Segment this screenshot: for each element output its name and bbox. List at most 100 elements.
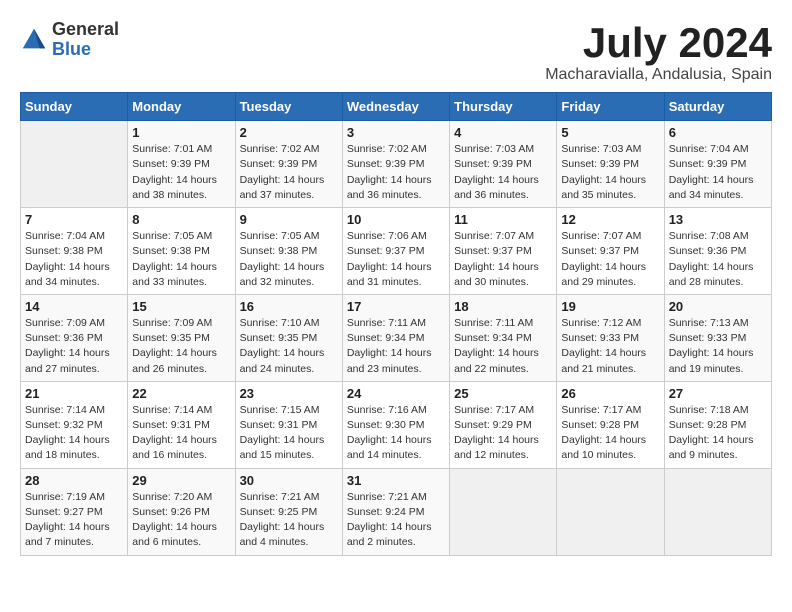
day-number: 3 [347,125,445,140]
day-number: 29 [132,473,230,488]
main-title: July 2024 [545,20,772,66]
calendar-cell: 26 Sunrise: 7:17 AMSunset: 9:28 PMDayligh… [557,381,664,468]
day-number: 27 [669,386,767,401]
day-number: 28 [25,473,123,488]
calendar-cell: 5 Sunrise: 7:03 AMSunset: 9:39 PMDaylight… [557,121,664,208]
calendar-cell: 8Sunrise: 7:05 AMSunset: 9:38 PMDaylight… [128,208,235,295]
header-day-friday: Friday [557,93,664,121]
day-number: 8 [132,212,230,227]
day-info: Sunrise: 7:16 AMSunset: 9:30 PMDaylight:… [347,403,445,464]
calendar-cell: 15 Sunrise: 7:09 AMSunset: 9:35 PMDayligh… [128,294,235,381]
header-day-thursday: Thursday [450,93,557,121]
calendar-cell: 24Sunrise: 7:16 AMSunset: 9:30 PMDayligh… [342,381,449,468]
day-number: 7 [25,212,123,227]
calendar-cell: 22 Sunrise: 7:14 AMSunset: 9:31 PMDayligh… [128,381,235,468]
calendar-cell: 21 Sunrise: 7:14 AMSunset: 9:32 PMDayligh… [21,381,128,468]
day-info: Sunrise: 7:12 AMSunset: 9:33 PMDaylight:… [561,316,659,377]
day-info: Sunrise: 7:02 AMSunset: 9:39 PMDaylight:… [347,142,445,203]
calendar-cell: 4 Sunrise: 7:03 AMSunset: 9:39 PMDaylight… [450,121,557,208]
day-info: Sunrise: 7:04 AMSunset: 9:39 PMDaylight:… [669,142,767,203]
calendar-cell [664,468,771,555]
day-info: Sunrise: 7:07 AMSunset: 9:37 PMDaylight:… [561,229,659,290]
day-info: Sunrise: 7:14 AMSunset: 9:32 PMDaylight:… [25,403,123,464]
calendar-cell: 12Sunrise: 7:07 AMSunset: 9:37 PMDayligh… [557,208,664,295]
day-number: 14 [25,299,123,314]
day-number: 20 [669,299,767,314]
header-day-monday: Monday [128,93,235,121]
header-day-wednesday: Wednesday [342,93,449,121]
header-day-sunday: Sunday [21,93,128,121]
calendar-cell: 31 Sunrise: 7:21 AMSunset: 9:24 PMDayligh… [342,468,449,555]
day-number: 19 [561,299,659,314]
header-day-saturday: Saturday [664,93,771,121]
day-info: Sunrise: 7:21 AMSunset: 9:24 PMDaylight:… [347,490,445,551]
calendar-cell: 10 Sunrise: 7:06 AMSunset: 9:37 PMDayligh… [342,208,449,295]
calendar-cell: 2 Sunrise: 7:02 AMSunset: 9:39 PMDaylight… [235,121,342,208]
day-info: Sunrise: 7:08 AMSunset: 9:36 PMDaylight:… [669,229,767,290]
calendar-table: SundayMondayTuesdayWednesdayThursdayFrid… [20,92,772,555]
day-number: 26 [561,386,659,401]
day-number: 30 [240,473,338,488]
day-number: 6 [669,125,767,140]
logo: General Blue [20,20,119,60]
day-info: Sunrise: 7:01 AMSunset: 9:39 PMDaylight:… [132,142,230,203]
day-number: 22 [132,386,230,401]
day-number: 13 [669,212,767,227]
logo-icon [20,26,48,54]
day-info: Sunrise: 7:06 AMSunset: 9:37 PMDaylight:… [347,229,445,290]
day-info: Sunrise: 7:03 AMSunset: 9:39 PMDaylight:… [561,142,659,203]
day-info: Sunrise: 7:14 AMSunset: 9:31 PMDaylight:… [132,403,230,464]
day-number: 4 [454,125,552,140]
calendar-header-row: SundayMondayTuesdayWednesdayThursdayFrid… [21,93,772,121]
calendar-cell: 17Sunrise: 7:11 AMSunset: 9:34 PMDayligh… [342,294,449,381]
header-day-tuesday: Tuesday [235,93,342,121]
day-number: 2 [240,125,338,140]
day-number: 18 [454,299,552,314]
day-number: 15 [132,299,230,314]
day-number: 25 [454,386,552,401]
calendar-cell: 16 Sunrise: 7:10 AMSunset: 9:35 PMDayligh… [235,294,342,381]
day-info: Sunrise: 7:15 AMSunset: 9:31 PMDaylight:… [240,403,338,464]
subtitle: Macharavialla, Andalusia, Spain [545,66,772,84]
calendar-cell: 6 Sunrise: 7:04 AMSunset: 9:39 PMDaylight… [664,121,771,208]
logo-text: General Blue [52,20,119,60]
calendar-cell: 3 Sunrise: 7:02 AMSunset: 9:39 PMDaylight… [342,121,449,208]
calendar-cell [450,468,557,555]
calendar-week-row: 1Sunrise: 7:01 AMSunset: 9:39 PMDaylight… [21,121,772,208]
calendar-week-row: 7 Sunrise: 7:04 AMSunset: 9:38 PMDaylight… [21,208,772,295]
calendar-cell: 7 Sunrise: 7:04 AMSunset: 9:38 PMDaylight… [21,208,128,295]
day-number: 9 [240,212,338,227]
day-number: 16 [240,299,338,314]
calendar-cell: 25 Sunrise: 7:17 AMSunset: 9:29 PMDayligh… [450,381,557,468]
title-block: July 2024 Macharavialla, Andalusia, Spai… [545,20,772,84]
day-info: Sunrise: 7:11 AMSunset: 9:34 PMDaylight:… [454,316,552,377]
calendar-cell: 11Sunrise: 7:07 AMSunset: 9:37 PMDayligh… [450,208,557,295]
day-info: Sunrise: 7:09 AMSunset: 9:36 PMDaylight:… [25,316,123,377]
day-info: Sunrise: 7:20 AMSunset: 9:26 PMDaylight:… [132,490,230,551]
day-number: 10 [347,212,445,227]
calendar-cell: 18 Sunrise: 7:11 AMSunset: 9:34 PMDayligh… [450,294,557,381]
calendar-cell: 30 Sunrise: 7:21 AMSunset: 9:25 PMDayligh… [235,468,342,555]
calendar-cell: 14 Sunrise: 7:09 AMSunset: 9:36 PMDayligh… [21,294,128,381]
day-number: 5 [561,125,659,140]
day-info: Sunrise: 7:11 AMSunset: 9:34 PMDaylight:… [347,316,445,377]
day-info: Sunrise: 7:19 AMSunset: 9:27 PMDaylight:… [25,490,123,551]
calendar-week-row: 21 Sunrise: 7:14 AMSunset: 9:32 PMDayligh… [21,381,772,468]
day-info: Sunrise: 7:03 AMSunset: 9:39 PMDaylight:… [454,142,552,203]
day-info: Sunrise: 7:09 AMSunset: 9:35 PMDaylight:… [132,316,230,377]
day-info: Sunrise: 7:17 AMSunset: 9:29 PMDaylight:… [454,403,552,464]
day-info: Sunrise: 7:18 AMSunset: 9:28 PMDaylight:… [669,403,767,464]
day-info: Sunrise: 7:04 AMSunset: 9:38 PMDaylight:… [25,229,123,290]
day-info: Sunrise: 7:02 AMSunset: 9:39 PMDaylight:… [240,142,338,203]
calendar-cell: 9Sunrise: 7:05 AMSunset: 9:38 PMDaylight… [235,208,342,295]
day-info: Sunrise: 7:10 AMSunset: 9:35 PMDaylight:… [240,316,338,377]
calendar-cell: 19 Sunrise: 7:12 AMSunset: 9:33 PMDayligh… [557,294,664,381]
calendar-cell: 29 Sunrise: 7:20 AMSunset: 9:26 PMDayligh… [128,468,235,555]
day-info: Sunrise: 7:21 AMSunset: 9:25 PMDaylight:… [240,490,338,551]
calendar-body: 1Sunrise: 7:01 AMSunset: 9:39 PMDaylight… [21,121,772,555]
day-info: Sunrise: 7:17 AMSunset: 9:28 PMDaylight:… [561,403,659,464]
day-number: 21 [25,386,123,401]
day-info: Sunrise: 7:07 AMSunset: 9:37 PMDaylight:… [454,229,552,290]
calendar-cell: 13 Sunrise: 7:08 AMSunset: 9:36 PMDayligh… [664,208,771,295]
day-number: 31 [347,473,445,488]
